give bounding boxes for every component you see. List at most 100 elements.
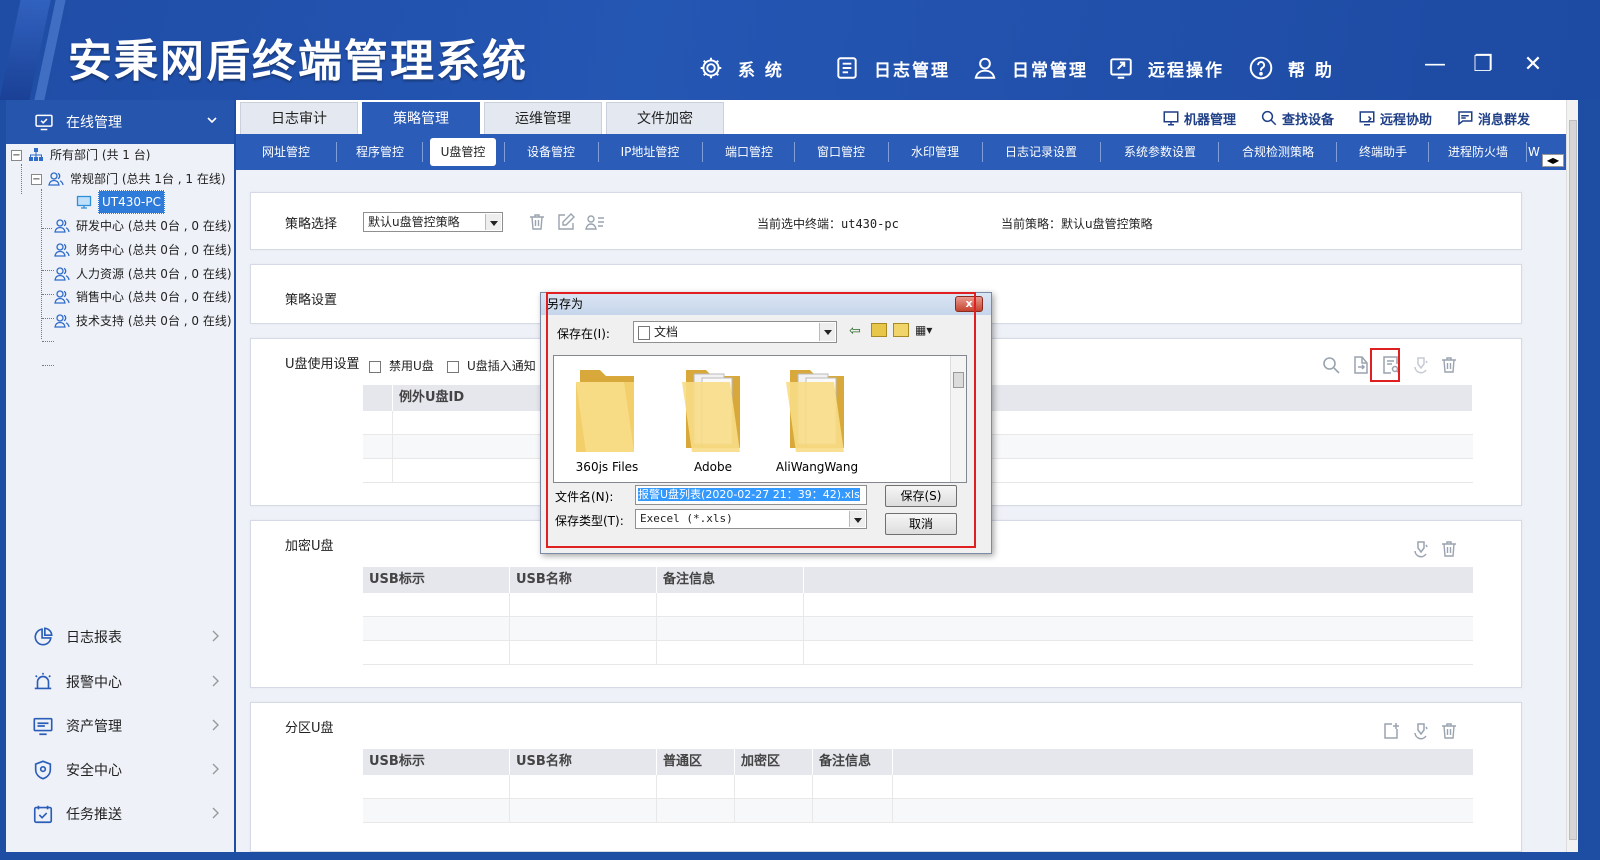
subtab-log-record-settings[interactable]: 日志记录设置 [986, 138, 1096, 166]
remote-icon [1110, 58, 1132, 79]
tree-node-dept[interactable]: 人力资源 (总共 0台 , 0 在线) [54, 263, 232, 285]
remote-assist-link[interactable]: 远程协助 [1358, 108, 1432, 128]
subtab-ip-control[interactable]: IP地址管控 [602, 138, 698, 166]
tab-policy-management[interactable]: 策略管理 [362, 102, 480, 134]
edit-policy-button[interactable] [556, 212, 576, 232]
menu-remote-operation[interactable]: 远程操作 [1108, 50, 1224, 86]
column-header: 备注信息 [813, 749, 893, 775]
delete-button[interactable] [1439, 721, 1459, 741]
menu-daily-management[interactable]: 日常管理 [972, 50, 1088, 86]
subtab-program-control[interactable]: 程序管控 [340, 138, 420, 166]
refresh-usb-icon [1414, 723, 1428, 740]
nav-label: 安全中心 [66, 763, 122, 779]
tree-node-all-departments[interactable]: − 所有部门 (共 1 台) [11, 144, 150, 166]
subtab-url-control[interactable]: 网址管控 [242, 138, 330, 166]
delete-button[interactable] [1439, 355, 1459, 375]
tool-label: 查找设备 [1282, 112, 1335, 128]
find-device-link[interactable]: 查找设备 [1260, 108, 1334, 128]
policy-select-label: 策略选择 [285, 217, 338, 232]
nav-task-push[interactable]: 任务推送 [6, 792, 234, 836]
minimize-button[interactable]: — [1422, 52, 1448, 78]
menu-log-management[interactable]: 日志管理 [834, 50, 950, 86]
tree-node-regular-dept[interactable]: − 常规部门 (总共 1台 , 1 在线) [31, 168, 226, 190]
users-icon [54, 290, 70, 304]
main-tabs: 日志审计 策略管理 运维管理 文件加密 机器管理 查找设备 远程协助 消息群发 [236, 100, 1578, 134]
export-button[interactable] [1351, 355, 1371, 375]
search-button[interactable] [1321, 355, 1341, 375]
import-button[interactable] [1381, 721, 1401, 741]
trash-icon [1442, 723, 1456, 739]
encrypted-usb-table: USB标示 USB名称 备注信息 [363, 567, 1473, 665]
machine-management-link[interactable]: 机器管理 [1162, 108, 1236, 128]
tree-node-label: 所有部门 (共 1 台) [50, 148, 151, 162]
tree-node-dept[interactable]: 财务中心 (总共 0台 , 0 在线) [54, 239, 232, 261]
subtab-watermark[interactable]: 水印管理 [892, 138, 978, 166]
subtab-window-control[interactable]: 窗口管控 [798, 138, 884, 166]
chevron-right-icon [212, 675, 219, 687]
checkbox-box[interactable] [369, 360, 381, 373]
menu-system[interactable]: 系 统 [698, 50, 784, 86]
usb-notify-checkbox[interactable]: U盘插入通知 [447, 357, 536, 374]
subtab-port-control[interactable]: 端口管控 [706, 138, 792, 166]
collapse-toggle[interactable]: − [31, 173, 42, 185]
close-button[interactable]: ✕ [1520, 52, 1546, 78]
main-scrollbar[interactable] [1566, 100, 1578, 852]
subtab-device-control[interactable]: 设备管控 [508, 138, 594, 166]
monitor-icon [33, 717, 53, 736]
tab-log-audit[interactable]: 日志审计 [240, 102, 358, 134]
tree-node-dept[interactable]: 研发中心 (总共 0台 , 0 在线) [54, 215, 232, 237]
subtab-scroll-arrows[interactable]: ◀▶ [1542, 154, 1564, 167]
users-icon [54, 267, 70, 281]
refresh-button[interactable] [1411, 355, 1431, 375]
subtab-more[interactable]: W [1528, 138, 1540, 166]
subtab-usb-control[interactable]: U盘管控 [430, 138, 496, 166]
tree-node-pc[interactable]: UT430-PC [76, 190, 165, 214]
refresh-button[interactable] [1411, 721, 1431, 741]
online-management-header[interactable]: 在线管理 [6, 100, 234, 144]
task-icon [33, 805, 53, 824]
sub-tabs: 网址管控 程序管控 U盘管控 设备管控 IP地址管控 端口管控 窗口管控 水印管… [236, 134, 1578, 170]
subtab-terminal-assistant[interactable]: 终端助手 [1340, 138, 1426, 166]
tree-node-dept[interactable]: 销售中心 (总共 0台 , 0 在线) [54, 286, 232, 308]
checkbox-box[interactable] [447, 360, 459, 373]
delete-button[interactable] [1439, 539, 1459, 559]
partition-usb-panel: 分区U盘 USB标示 USB名称 普通区 加密区 备注信息 [250, 702, 1522, 852]
app-header: 安秉网盾终端管理系统 系 统 日志管理 日常管理 远程操作 帮 助 — ❐ ✕ [0, 0, 1600, 100]
table-row[interactable] [363, 593, 1473, 617]
refresh-button[interactable] [1411, 539, 1431, 559]
column-header: USB名称 [510, 749, 657, 775]
search-icon [1261, 110, 1277, 126]
subtab-system-params[interactable]: 系统参数设置 [1104, 138, 1216, 166]
disable-usb-checkbox[interactable]: 禁用U盘 [369, 357, 434, 374]
menu-help[interactable]: 帮 助 [1248, 50, 1334, 86]
usb-notify-label: U盘插入通知 [467, 359, 536, 373]
nav-asset-management[interactable]: 资产管理 [6, 704, 234, 748]
nav-alarm-center[interactable]: 报警中心 [6, 660, 234, 704]
table-row[interactable] [363, 641, 1473, 665]
subtab-compliance-policy[interactable]: 合规检测策略 [1222, 138, 1334, 166]
nav-log-report[interactable]: 日志报表 [6, 615, 234, 659]
policy-select-panel: 策略选择 默认u盘管控策略 当前选中终端：ut430-pc 当前策略：默认u盘管… [250, 192, 1522, 250]
tab-ops-management[interactable]: 运维管理 [484, 102, 602, 134]
scrollbar-thumb[interactable] [1569, 120, 1577, 840]
tab-file-encryption[interactable]: 文件加密 [606, 102, 724, 134]
tree-node-dept[interactable]: 技术支持 (总共 0台 , 0 在线) [54, 310, 232, 332]
chevron-right-icon [212, 807, 219, 819]
table-row[interactable] [363, 775, 1473, 799]
nav-security-center[interactable]: 安全中心 [6, 748, 234, 792]
alarm-icon [34, 672, 52, 690]
export-icon [1354, 356, 1368, 374]
gear-icon [700, 57, 722, 79]
table-row[interactable] [363, 617, 1473, 641]
shield-icon [34, 760, 52, 780]
restore-button[interactable]: ❐ [1470, 52, 1496, 78]
online-management-label: 在线管理 [66, 115, 122, 131]
assign-policy-button[interactable] [585, 212, 605, 232]
delete-policy-button[interactable] [527, 212, 547, 232]
subtab-process-firewall[interactable]: 进程防火墙 [1432, 138, 1524, 166]
collapse-toggle[interactable]: − [11, 149, 22, 161]
broadcast-message-link[interactable]: 消息群发 [1456, 108, 1530, 128]
table-row[interactable] [363, 799, 1473, 823]
policy-select-dropdown[interactable]: 默认u盘管控策略 [363, 212, 503, 232]
export-highlight-box [1370, 348, 1400, 382]
